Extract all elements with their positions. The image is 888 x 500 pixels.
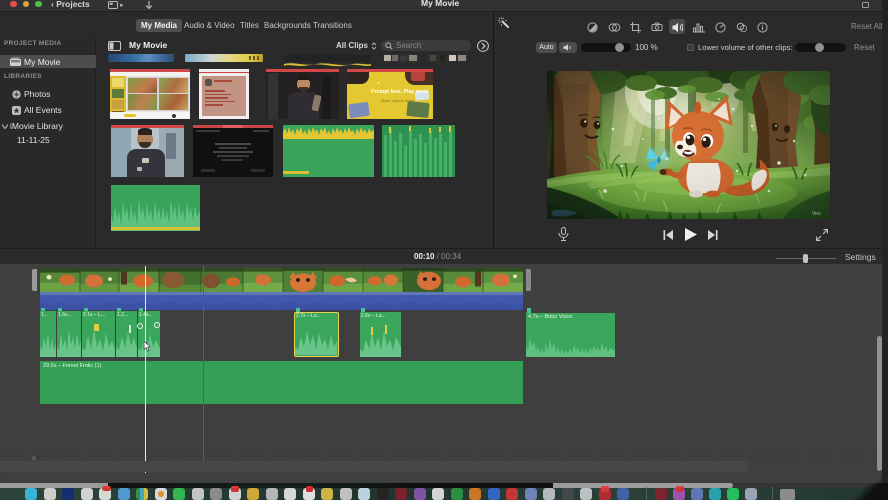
svg-text:Veo: Veo	[812, 211, 821, 217]
